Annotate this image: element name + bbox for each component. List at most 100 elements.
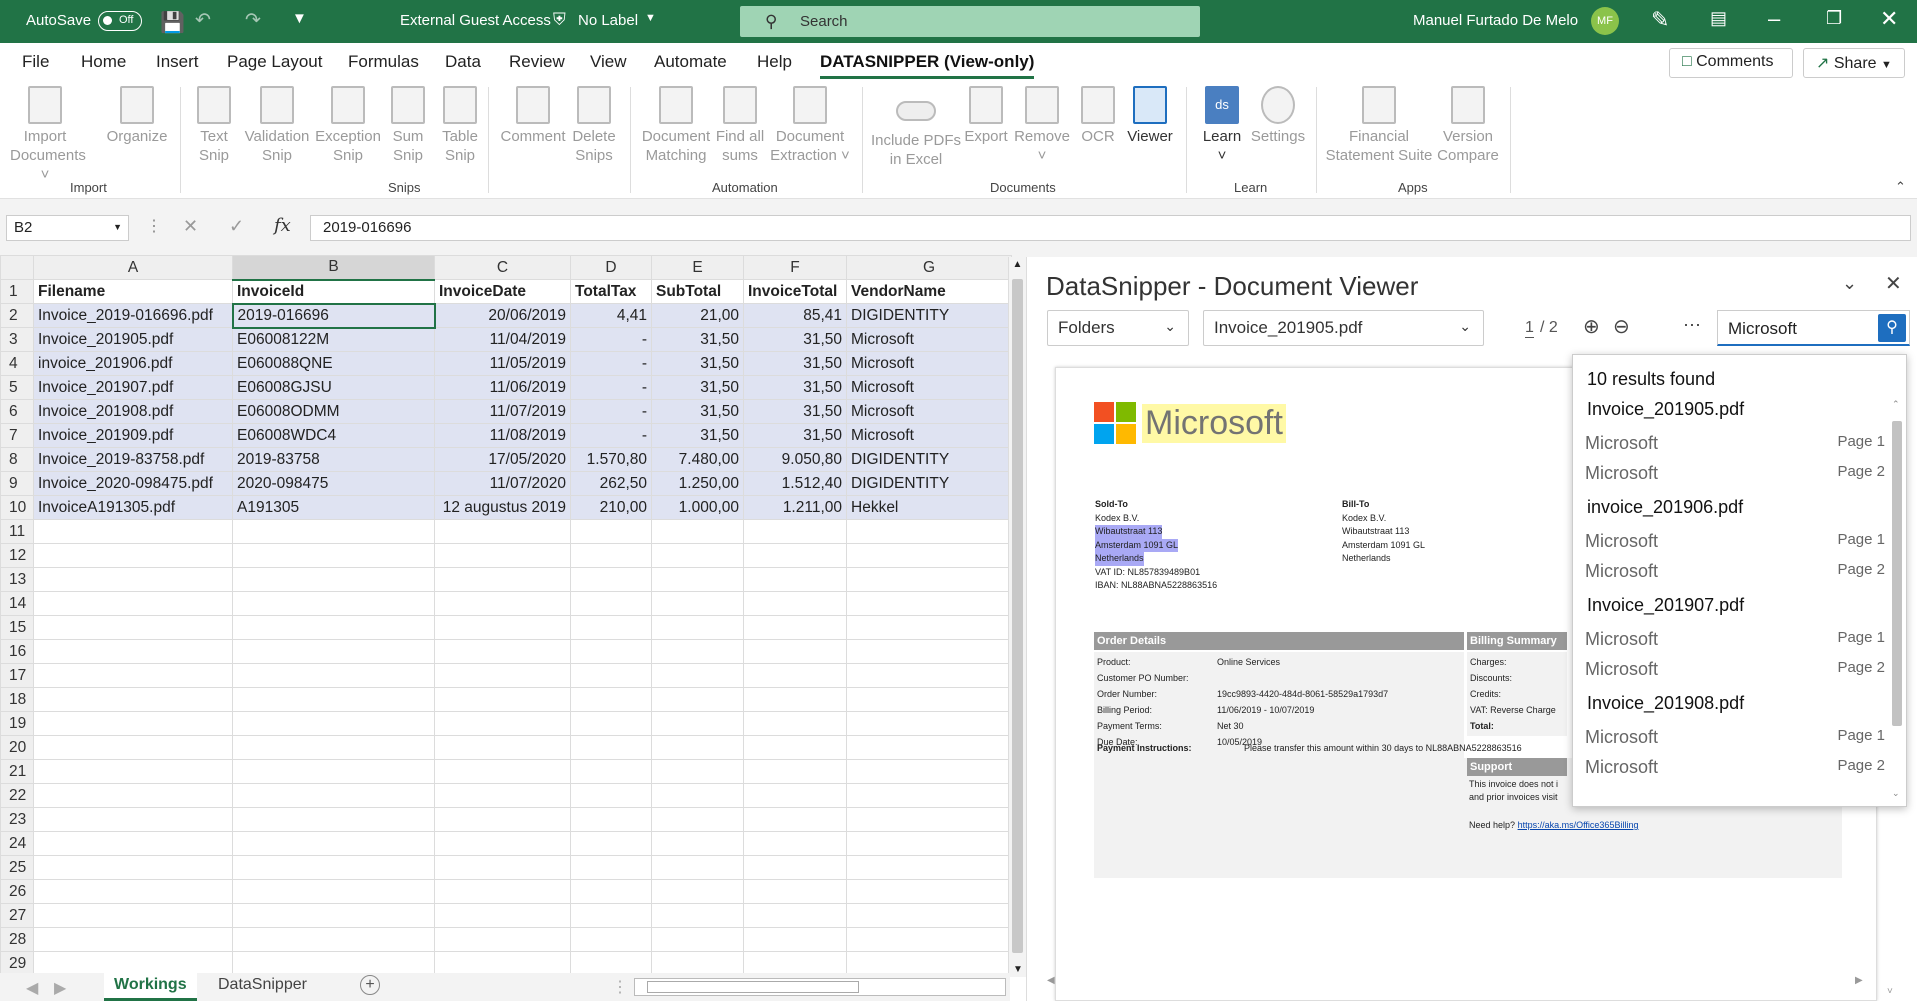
- cell[interactable]: [570, 951, 652, 976]
- cell[interactable]: [651, 663, 744, 688]
- cell[interactable]: [846, 759, 1012, 784]
- cell[interactable]: [846, 687, 1012, 712]
- cell[interactable]: [846, 855, 1012, 880]
- scroll-left-icon[interactable]: ◀: [1047, 975, 1055, 986]
- cell[interactable]: [570, 783, 652, 808]
- cell[interactable]: VendorName: [846, 279, 1012, 304]
- cell[interactable]: [846, 639, 1012, 664]
- page-number-input[interactable]: 1: [1525, 319, 1534, 338]
- find-all-sums-button[interactable]: Find all sums: [712, 86, 768, 165]
- collapse-icon[interactable]: ⌄: [1842, 273, 1857, 294]
- cell[interactable]: [651, 567, 744, 592]
- validation-snip-button[interactable]: Validation Snip: [240, 86, 314, 165]
- cell[interactable]: [651, 687, 744, 712]
- import-documents-button[interactable]: Import Documents ˅: [10, 86, 86, 184]
- cell[interactable]: [743, 615, 847, 640]
- cell[interactable]: [434, 591, 571, 616]
- cell[interactable]: [434, 711, 571, 736]
- cell[interactable]: 11/04/2019: [434, 327, 571, 352]
- cell[interactable]: Invoice_2019-016696.pdf: [33, 303, 233, 328]
- row-header[interactable]: 8: [0, 447, 34, 472]
- cell[interactable]: -: [570, 423, 652, 448]
- cell[interactable]: DIGIDENTITY: [846, 447, 1012, 472]
- cell[interactable]: [651, 543, 744, 568]
- cell[interactable]: E060088QNE: [232, 351, 435, 376]
- row-header[interactable]: 23: [0, 807, 34, 832]
- remove-button[interactable]: Remove ˅: [1012, 86, 1072, 165]
- scrollbar-thumb[interactable]: [1012, 279, 1023, 953]
- tab-automate[interactable]: Automate: [654, 52, 727, 72]
- collapse-ribbon-icon[interactable]: ⌃: [1895, 179, 1906, 195]
- cell[interactable]: 7.480,00: [651, 447, 744, 472]
- cell[interactable]: [434, 663, 571, 688]
- pen-icon[interactable]: ✎: [1651, 7, 1669, 33]
- scroll-up-icon[interactable]: ⌃: [1892, 399, 1900, 410]
- cell[interactable]: SubTotal: [651, 279, 744, 304]
- cell[interactable]: InvoiceId: [232, 279, 435, 304]
- cell[interactable]: invoice_201906.pdf: [33, 351, 233, 376]
- sensitivity-label[interactable]: No Label: [578, 12, 638, 29]
- chevron-down-icon[interactable]: ▼: [1881, 59, 1892, 71]
- row-header[interactable]: 18: [0, 687, 34, 712]
- cell[interactable]: [570, 855, 652, 880]
- cell[interactable]: [651, 591, 744, 616]
- column-header[interactable]: E: [651, 255, 744, 280]
- cell[interactable]: [434, 903, 571, 928]
- row-header[interactable]: 16: [0, 639, 34, 664]
- confirm-icon[interactable]: ✓: [229, 216, 244, 237]
- cell[interactable]: 31,50: [743, 423, 847, 448]
- scrollbar-thumb[interactable]: [647, 981, 859, 993]
- cell[interactable]: [33, 591, 233, 616]
- prev-sheet-icon[interactable]: ◀: [26, 978, 38, 998]
- cell[interactable]: [33, 759, 233, 784]
- cell[interactable]: 31,50: [743, 375, 847, 400]
- cell[interactable]: Microsoft: [846, 351, 1012, 376]
- cell[interactable]: 11/05/2019: [434, 351, 571, 376]
- search-icon[interactable]: ⚲: [1878, 314, 1906, 342]
- cell[interactable]: [743, 951, 847, 976]
- cell[interactable]: 31,50: [743, 327, 847, 352]
- vertical-scrollbar[interactable]: ▲ ▼: [1008, 257, 1026, 977]
- restore-icon[interactable]: ❐: [1826, 8, 1842, 29]
- cell[interactable]: [434, 639, 571, 664]
- row-header[interactable]: 24: [0, 831, 34, 856]
- cell[interactable]: [651, 855, 744, 880]
- cell[interactable]: [570, 663, 652, 688]
- cell[interactable]: [846, 543, 1012, 568]
- cell[interactable]: [33, 783, 233, 808]
- cell[interactable]: [232, 951, 435, 976]
- name-box[interactable]: B2 ▼: [6, 215, 129, 241]
- cell[interactable]: [232, 927, 435, 952]
- cell[interactable]: [743, 663, 847, 688]
- column-header[interactable]: C: [434, 255, 571, 280]
- cell[interactable]: [33, 687, 233, 712]
- cell[interactable]: [232, 543, 435, 568]
- row-header[interactable]: 2: [0, 303, 34, 328]
- cell[interactable]: [570, 711, 652, 736]
- tab-help[interactable]: Help: [757, 52, 792, 72]
- cell[interactable]: [651, 951, 744, 976]
- column-header[interactable]: A: [33, 255, 233, 280]
- tab-formulas[interactable]: Formulas: [348, 52, 419, 72]
- cell[interactable]: DIGIDENTITY: [846, 471, 1012, 496]
- cell[interactable]: [570, 903, 652, 928]
- cell[interactable]: [846, 879, 1012, 904]
- cell[interactable]: Microsoft: [846, 399, 1012, 424]
- cell[interactable]: 31,50: [651, 327, 744, 352]
- result-item[interactable]: Microsoft Page 1: [1585, 727, 1885, 748]
- row-header[interactable]: 20: [0, 735, 34, 760]
- cell[interactable]: Microsoft: [846, 423, 1012, 448]
- cell[interactable]: [33, 567, 233, 592]
- save-icon[interactable]: 💾: [160, 10, 185, 35]
- cell[interactable]: InvoiceA191305.pdf: [33, 495, 233, 520]
- cell[interactable]: [434, 831, 571, 856]
- cell[interactable]: [570, 879, 652, 904]
- cell[interactable]: [743, 855, 847, 880]
- cell[interactable]: [33, 855, 233, 880]
- cell[interactable]: Hekkel: [846, 495, 1012, 520]
- cell[interactable]: [651, 711, 744, 736]
- cell[interactable]: InvoiceDate: [434, 279, 571, 304]
- cell[interactable]: [570, 567, 652, 592]
- result-item[interactable]: Microsoft Page 1: [1585, 531, 1885, 552]
- cell[interactable]: [434, 735, 571, 760]
